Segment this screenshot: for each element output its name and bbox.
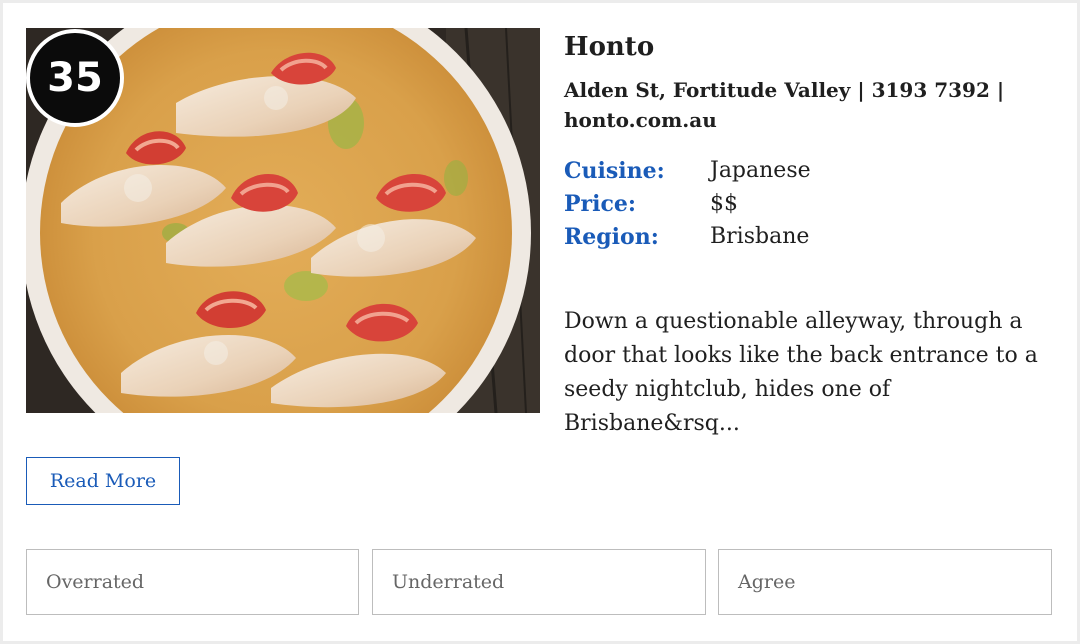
cuisine-value: Japanese	[710, 158, 811, 183]
detail-cuisine: Cuisine: Japanese	[564, 154, 1059, 187]
price-label: Price:	[564, 191, 637, 217]
restaurant-address: Alden St, Fortitude Valley | 3193 7392 |…	[564, 78, 1005, 132]
rank-badge: 35	[26, 29, 124, 127]
restaurant-card: 35 Honto Alden St, Fortitude Valley | 31…	[3, 3, 1077, 641]
details-list: Cuisine: Japanese Price: $$ Region: Bris…	[564, 154, 1059, 253]
read-more-button[interactable]: Read More	[26, 457, 180, 505]
detail-price: Price: $$	[564, 187, 1059, 220]
region-label: Region:	[564, 224, 659, 250]
detail-region: Region: Brisbane	[564, 220, 1059, 253]
restaurant-name: Honto	[564, 32, 655, 62]
agree-button[interactable]: Agree	[718, 549, 1052, 615]
review-excerpt: Down a questionable alleyway, through a …	[564, 309, 1038, 436]
cuisine-label: Cuisine:	[564, 158, 665, 184]
region-value: Brisbane	[710, 224, 810, 249]
price-value: $$	[710, 191, 738, 216]
underrated-button[interactable]: Underrated	[372, 549, 706, 615]
listing-info: Honto Alden St, Fortitude Valley | 3193 …	[564, 27, 1059, 441]
overrated-button[interactable]: Overrated	[26, 549, 359, 615]
